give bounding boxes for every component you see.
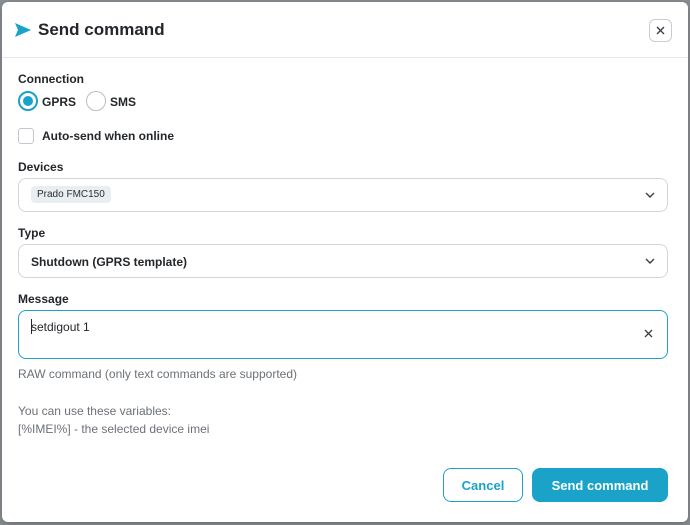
type-select[interactable]: Shutdown (GPRS template) (18, 244, 668, 278)
radio-gprs-label[interactable]: GPRS (42, 95, 76, 109)
send-command-button[interactable]: Send command (532, 468, 668, 502)
close-icon (656, 26, 665, 35)
radio-sms-label[interactable]: SMS (110, 95, 136, 109)
type-selected-value: Shutdown (GPRS template) (31, 255, 187, 269)
devices-label: Devices (18, 160, 64, 174)
variables-intro: You can use these variables: (18, 404, 171, 418)
message-input[interactable]: setdigout 1 (18, 310, 668, 359)
text-caret (31, 319, 32, 334)
message-hint: RAW command (only text commands are supp… (18, 367, 297, 381)
device-chip[interactable]: Prado FMC150 (31, 186, 111, 203)
cancel-button[interactable]: Cancel (443, 468, 523, 502)
chevron-down-icon (645, 192, 655, 198)
devices-select[interactable]: Prado FMC150 (18, 178, 668, 212)
connection-label: Connection (18, 72, 84, 86)
type-label: Type (18, 226, 46, 240)
radio-gprs[interactable] (18, 91, 38, 111)
dialog-title: Send command (38, 20, 165, 39)
clear-icon[interactable] (644, 329, 653, 338)
auto-send-label[interactable]: Auto-send when online (42, 129, 174, 143)
send-arrow-icon (15, 23, 31, 37)
radio-sms[interactable] (86, 91, 106, 111)
auto-send-checkbox[interactable] (18, 128, 34, 144)
message-label: Message (18, 292, 69, 306)
close-button[interactable] (649, 19, 672, 42)
send-command-dialog: Send command Connection GPRS SMS Auto-se… (2, 2, 688, 522)
dialog-header: Send command (2, 2, 688, 58)
message-value: setdigout 1 (31, 320, 90, 334)
variable-imei: [%IMEI%] - the selected device imei (18, 422, 210, 436)
chevron-down-icon (645, 258, 655, 264)
